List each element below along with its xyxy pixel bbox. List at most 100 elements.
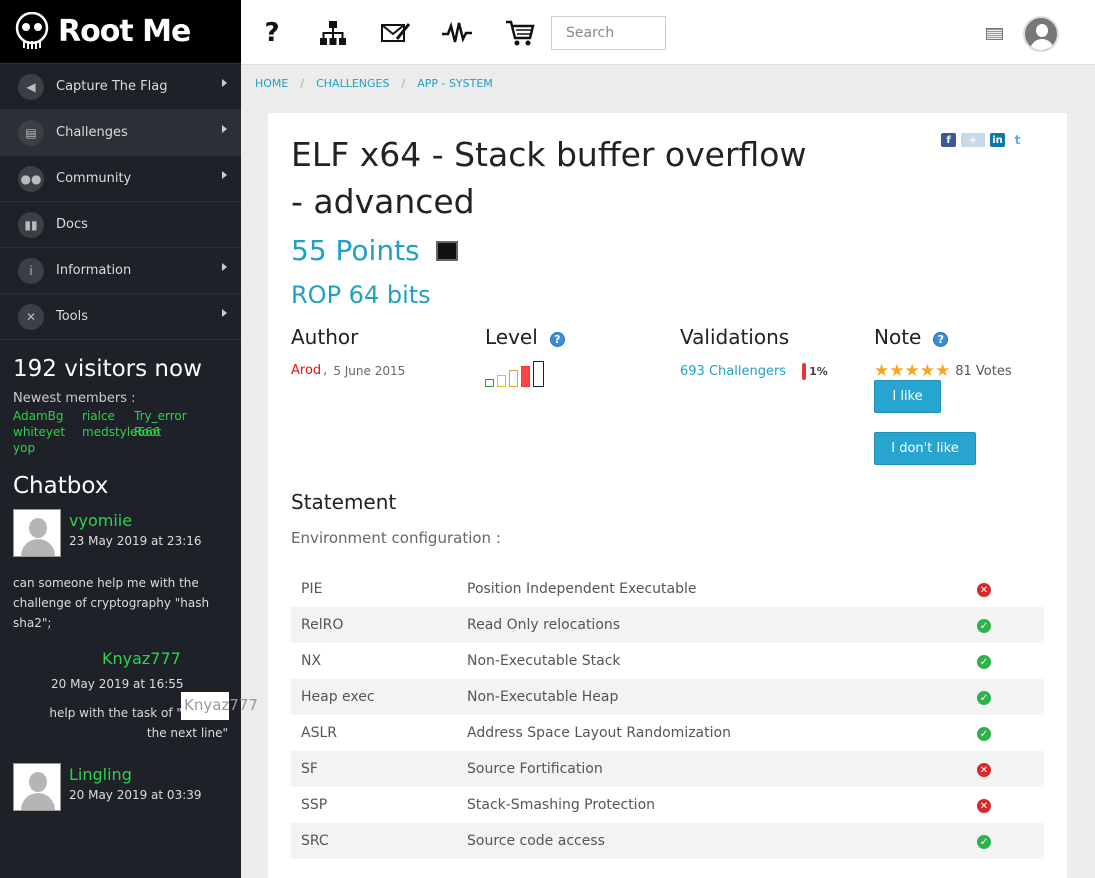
level-indicator [485, 361, 565, 387]
avatar[interactable] [13, 509, 61, 557]
comma: , [323, 363, 328, 378]
sidebar-item-community[interactable]: ●● Community [0, 156, 241, 202]
protection-status: ✕ [977, 571, 1044, 607]
user-avatar[interactable] [1023, 16, 1059, 52]
sidebar-item-information[interactable]: i Information [0, 248, 241, 294]
protection-description: Non-Executable Heap [467, 689, 619, 705]
statement-heading: Statement [291, 490, 397, 514]
member-link[interactable]: AdamBg [13, 409, 82, 423]
star-icon[interactable]: ★ [889, 361, 904, 381]
level-bar [485, 379, 494, 387]
level-section: Level? [485, 325, 565, 387]
sidebar-item-capture-the-flag[interactable]: ◀ Capture The Flag [0, 64, 241, 110]
sitemap-icon[interactable] [319, 18, 347, 48]
terminal-icon [435, 240, 458, 261]
cross-icon: ✕ [977, 799, 991, 814]
language-flag-icon[interactable] [986, 28, 1003, 40]
tools-icon: ✕ [18, 303, 44, 330]
star-icon[interactable]: ★ [935, 361, 950, 381]
sidebar-item-label: Community [56, 171, 132, 186]
protection-description: Source Fortification [467, 761, 603, 777]
sidebar-item-tools[interactable]: ✕ Tools [0, 294, 241, 340]
linkedin-icon[interactable]: in [990, 133, 1005, 147]
validations-label: Validations [680, 325, 790, 349]
star-rating: ★★★★★ [874, 363, 950, 380]
chat-entry: Lingling 20 May 2019 at 03:39 [0, 763, 241, 811]
protection-status: ✕ [977, 751, 1044, 787]
sidebar-item-docs[interactable]: ▮▮ Docs [0, 202, 241, 248]
avatar[interactable] [13, 763, 61, 811]
visitors-count: 192 visitors now [13, 356, 202, 382]
chevron-right-icon [222, 309, 227, 317]
star-icon[interactable]: ★ [874, 361, 889, 381]
validation-percent-bar [802, 363, 807, 380]
twitter-icon[interactable]: t [1010, 133, 1025, 147]
protection-description: Address Space Layout Randomization [467, 725, 731, 741]
cross-icon: ✕ [977, 763, 991, 778]
docs-icon: ▮▮ [18, 211, 44, 238]
sidebar-item-label: Information [56, 263, 132, 278]
environment-label: Environment configuration : [291, 529, 501, 547]
author-link[interactable]: Arod [291, 363, 321, 378]
breadcrumb-category[interactable]: APP - SYSTEM [417, 77, 493, 90]
validations-section: Validations 693 Challengers 1% [680, 325, 828, 380]
protection-description: Read Only relocations [467, 617, 621, 633]
help-icon[interactable]: ? [263, 18, 281, 48]
note-help-icon[interactable]: ? [933, 331, 949, 347]
member-link[interactable]: yop [13, 441, 82, 455]
table-row: ASLR Address Space Layout Randomization ✓ [291, 715, 1044, 751]
breadcrumb-challenges[interactable]: CHALLENGES [316, 77, 389, 90]
cross-icon: ✕ [977, 583, 991, 598]
author-date: 5 June 2015 [333, 363, 406, 378]
level-bar [521, 365, 530, 387]
logo[interactable]: Root Me [0, 0, 241, 64]
chevron-right-icon [222, 125, 227, 133]
star-icon[interactable]: ★ [920, 361, 935, 381]
member-link[interactable]: whiteyet [13, 425, 82, 439]
messages-icon[interactable] [381, 18, 411, 48]
tooltip-username: Knyaz777 [181, 692, 258, 720]
table-row: RelRO Read Only relocations ✓ [291, 607, 1044, 643]
breadcrumb-separator: / [401, 77, 406, 90]
chat-entry: vyomiie 23 May 2019 at 23:16 [0, 509, 241, 557]
protection-code: PIE [301, 581, 323, 597]
check-icon: ✓ [977, 835, 991, 850]
table-row: SSP Stack-Smashing Protection ✕ [291, 787, 1044, 823]
skull-logo-icon [15, 11, 49, 49]
breadcrumb-home[interactable]: HOME [255, 77, 288, 90]
chat-user[interactable]: vyomiie [69, 511, 202, 530]
newest-members-label: Newest members : [13, 391, 136, 406]
member-link[interactable]: Try_error [134, 409, 214, 423]
member-link[interactable]: Root [134, 425, 214, 439]
level-bar [509, 370, 518, 387]
search-input[interactable] [551, 16, 666, 50]
chevron-right-icon [222, 263, 227, 271]
sidebar-item-challenges[interactable]: ▤ Challenges [0, 110, 241, 156]
activity-icon[interactable] [441, 18, 473, 48]
google-plus-icon[interactable]: + [961, 133, 985, 147]
protection-status: ✓ [977, 679, 1044, 715]
protection-code: RelRO [301, 617, 344, 633]
protection-description: Position Independent Executable [467, 581, 697, 597]
star-icon[interactable]: ★ [905, 361, 920, 381]
share-buttons: f + in t [941, 133, 1025, 147]
cart-icon[interactable] [505, 18, 535, 48]
facebook-icon[interactable]: f [941, 133, 956, 147]
check-icon: ✓ [977, 727, 991, 742]
member-link[interactable]: medstyle666 [82, 425, 160, 439]
dislike-button[interactable]: I don't like [874, 432, 976, 465]
points: 55 Points [291, 234, 458, 267]
chat-user[interactable]: Lingling [69, 765, 202, 784]
chat-user[interactable]: Knyaz777 [102, 649, 181, 668]
page-title: ELF x64 - Stack buffer overflow - advanc… [291, 135, 807, 221]
brand-name: Root Me [58, 14, 191, 49]
validations-link[interactable]: 693 Challengers [680, 364, 786, 379]
check-icon: ✓ [977, 619, 991, 634]
protection-code: SRC [301, 833, 329, 849]
votes-count: 81 Votes [955, 364, 1012, 379]
member-link[interactable]: rialce [82, 409, 134, 423]
like-button[interactable]: I like [874, 380, 941, 413]
level-help-icon[interactable]: ? [549, 331, 565, 347]
note-label: Note [874, 325, 922, 349]
sidebar-item-label: Capture The Flag [56, 79, 168, 94]
